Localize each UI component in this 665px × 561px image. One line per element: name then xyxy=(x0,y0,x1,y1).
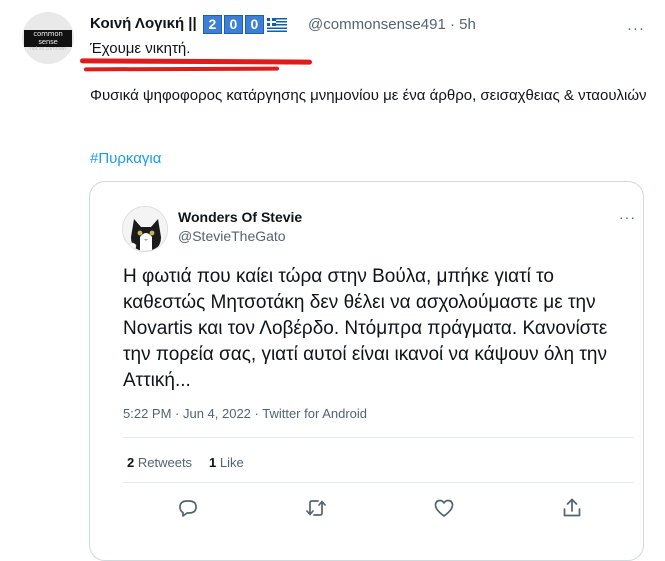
greek-flag-icon xyxy=(266,18,287,32)
quoted-author-avatar[interactable] xyxy=(122,206,168,252)
quoted-author-handle[interactable]: @StevieTheGato xyxy=(178,228,286,244)
retweets-number: 2 xyxy=(127,455,135,470)
badge-digit: 0 xyxy=(244,15,264,34)
quoted-tweet-timestamp[interactable]: 5:22 PM · Jun 4, 2022 · Twitter for Andr… xyxy=(123,406,367,421)
reply-icon[interactable] xyxy=(176,496,200,520)
tweet-text-line1: Έχουμε νικητή. xyxy=(90,40,191,57)
quoted-author-name[interactable]: Wonders Of Stevie xyxy=(178,209,302,225)
cat-avatar-icon xyxy=(123,207,167,251)
retweet-icon[interactable] xyxy=(304,496,328,520)
retweets-count[interactable]: 2 Retweets xyxy=(127,455,192,470)
more-options-icon[interactable]: ··· xyxy=(627,20,645,37)
author-handle-time[interactable]: @commonsense491 · 5h xyxy=(308,16,476,33)
author-avatar[interactable]: common sense not so common xyxy=(22,12,74,64)
hashtag-link[interactable]: #Πυρκαγια xyxy=(90,150,161,167)
quoted-tweet-text: Η φωτιά που καίει τώρα στην Βούλα, μπήκε… xyxy=(123,266,608,391)
retweets-label: Retweets xyxy=(137,455,193,470)
like-icon[interactable] xyxy=(432,496,456,520)
likes-count[interactable]: 1 Like xyxy=(209,455,244,470)
divider xyxy=(123,482,634,483)
likes-number: 1 xyxy=(209,455,217,470)
badge-digit: 2 xyxy=(202,15,222,34)
quoted-more-options-icon[interactable]: ··· xyxy=(619,209,636,225)
author-name[interactable]: Κοινή Λογική || 200 xyxy=(90,15,287,34)
divider xyxy=(123,437,634,438)
share-icon[interactable] xyxy=(560,496,584,520)
author-name-text: Κοινή Λογική || xyxy=(90,15,197,32)
likes-label: Like xyxy=(219,455,244,470)
avatar-logo: common sense not so common xyxy=(24,30,72,52)
tweet-body: Φυσικά ψηφοφορος κατάργησης μνημονίου με… xyxy=(90,87,647,104)
red-underline-annotation xyxy=(79,58,313,65)
badge-digit: 0 xyxy=(223,15,243,34)
red-underline-annotation xyxy=(83,66,280,72)
